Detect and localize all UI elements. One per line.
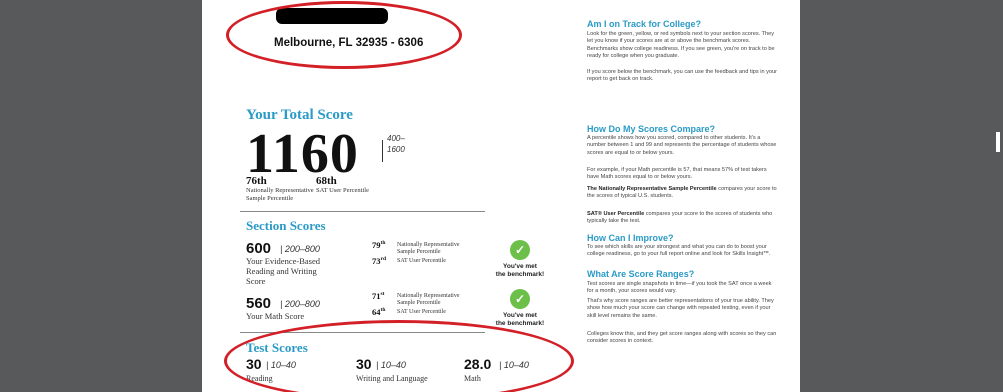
ebrw-range: | 200–800 xyxy=(280,244,320,254)
ebrw-label: Your Evidence-Based Reading and Writing Sc… xyxy=(246,256,320,286)
total-nat-label: Nationally Representative Sample Percenti… xyxy=(246,187,314,202)
compare-paragraph-1: A percentile shows how you scored, compa… xyxy=(587,135,777,156)
ranges-heading: What Are Score Ranges? xyxy=(587,269,695,279)
ebrw-score: 600 xyxy=(246,240,272,257)
math-nat-label: Nationally Representative Sample Percenti… xyxy=(397,293,460,306)
total-nat-percentile: 76th xyxy=(246,175,267,187)
track-heading: Am I on Track for College? xyxy=(587,19,702,29)
compare-heading: How Do My Scores Compare? xyxy=(587,124,716,134)
math-section-score: 560 xyxy=(246,295,272,312)
track-paragraph-1: Look for the green, yellow, or red symbo… xyxy=(587,31,775,60)
ebrw-benchmark-text: You've met the benchmark! xyxy=(495,263,545,278)
compare-paragraph-2: For example, if your Math percentile is … xyxy=(587,167,767,181)
score-report-page: Melbourne, FL 32935 - 6306 Your Total Sc… xyxy=(202,0,800,392)
page-edge-fragment xyxy=(996,132,1000,152)
section-scores-heading: Section Scores xyxy=(246,218,326,233)
address-annotation-ellipse xyxy=(226,1,462,69)
ranges-paragraph-2: That's why score ranges are better repre… xyxy=(587,298,774,319)
test-scores-annotation-ellipse xyxy=(224,320,574,392)
ranges-paragraph-3: Colleges know this, and they get score r… xyxy=(587,331,777,345)
ebrw-nat-label: Nationally Representative Sample Percenti… xyxy=(397,242,460,255)
benchmark-check-icon: ✓ xyxy=(510,240,530,260)
total-range-low: 400– xyxy=(387,134,405,143)
total-range-high: 1600 xyxy=(387,145,405,154)
math-section-label: Your Math Score xyxy=(246,311,305,321)
ebrw-nat-percentile: 79th xyxy=(372,240,386,250)
improve-paragraph: To see which skills are your strongest a… xyxy=(587,244,771,258)
total-user-label: SAT User Percentile xyxy=(316,187,369,194)
ebrw-user-label: SAT User Percentile xyxy=(397,258,446,264)
score-divider xyxy=(382,140,383,162)
math-benchmark-text: You've met the benchmark! xyxy=(495,312,545,327)
improve-heading: How Can I Improve? xyxy=(587,233,674,243)
ranges-paragraph-1: Test scores are single snapshots in time… xyxy=(587,281,772,295)
total-score-heading: Your Total Score xyxy=(246,107,353,123)
document-viewer: Melbourne, FL 32935 - 6306 Your Total Sc… xyxy=(0,0,1003,392)
benchmark-check-icon: ✓ xyxy=(510,289,530,309)
track-paragraph-2: If you score below the benchmark, you ca… xyxy=(587,69,777,83)
compare-paragraph-3: The Nationally Representative Sample Per… xyxy=(587,186,777,200)
total-user-percentile: 68th xyxy=(316,175,337,187)
math-user-label: SAT User Percentile xyxy=(397,309,446,315)
ebrw-user-percentile: 73rd xyxy=(372,256,386,266)
section-divider xyxy=(240,211,485,212)
math-user-percentile: 64th xyxy=(372,307,386,317)
math-nat-percentile: 71st xyxy=(372,291,385,301)
math-section-range: | 200–800 xyxy=(280,299,320,309)
compare-paragraph-4: SAT® User Percentile compares your score… xyxy=(587,211,773,225)
